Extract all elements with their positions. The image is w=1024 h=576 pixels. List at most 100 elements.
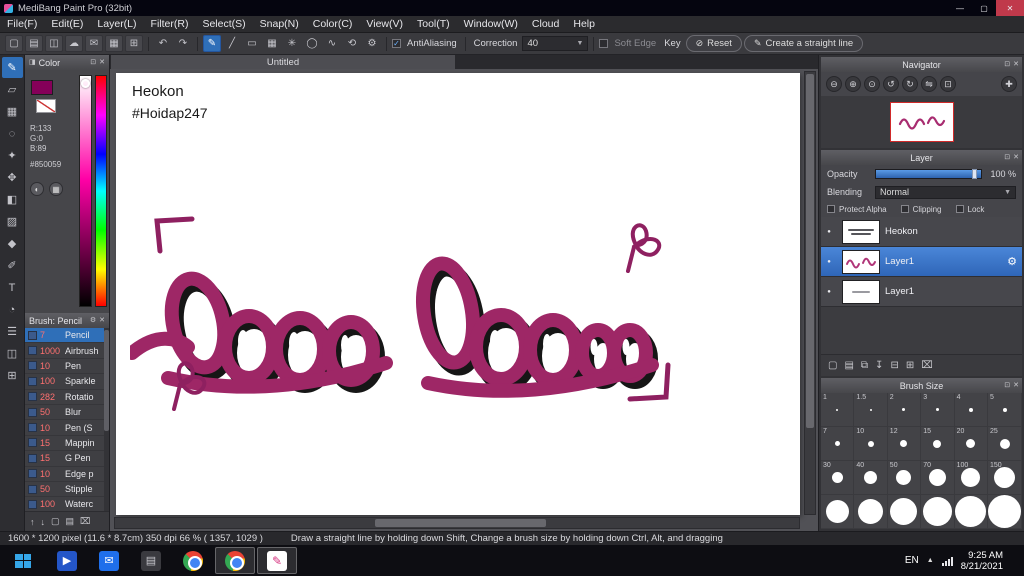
soft-edge-checkbox[interactable]: Soft Edge bbox=[599, 38, 659, 49]
brush-size-cell[interactable] bbox=[988, 495, 1022, 529]
close-icon[interactable]: ✕ bbox=[1013, 382, 1019, 389]
taskbar-medibang-active[interactable]: ✎ bbox=[257, 547, 297, 574]
eyedropper-tool-icon[interactable]: ◔ bbox=[2, 299, 23, 320]
grid-view-icon[interactable]: ▦ bbox=[105, 35, 123, 52]
navigator-thumbnail[interactable] bbox=[889, 102, 954, 142]
brush-item-airbrush[interactable]: 1000 Airbrush bbox=[25, 343, 109, 359]
brush-folder-icon[interactable]: ▤ bbox=[66, 516, 75, 527]
maximize-button[interactable]: ▢ bbox=[972, 0, 996, 16]
brush-size-cell[interactable]: 100 bbox=[954, 461, 988, 495]
brush-size-cell[interactable]: 12 bbox=[887, 427, 922, 461]
divide-tool-icon[interactable]: ◫ bbox=[2, 343, 23, 364]
menu-layer[interactable]: Layer(L) bbox=[90, 16, 143, 32]
close-icon[interactable]: ✕ bbox=[1013, 154, 1019, 161]
document-tab[interactable]: Untitled bbox=[111, 55, 455, 69]
gradient-tool-icon[interactable]: ▨ bbox=[2, 211, 23, 232]
popout-icon[interactable]: ⊡ bbox=[1004, 382, 1010, 389]
rotate-right-icon[interactable]: ↻ bbox=[902, 76, 918, 92]
color-wheel-icon[interactable]: ◐ bbox=[30, 182, 44, 196]
brush-tool-icon[interactable]: ✎ bbox=[1, 57, 23, 78]
color-palette-icon[interactable]: ▦ bbox=[49, 182, 63, 196]
antialiasing-checkbox[interactable]: ✓ AntiAliasing bbox=[392, 38, 460, 49]
eraser-tool-icon[interactable]: ▱ bbox=[2, 79, 23, 100]
brush-item-rotation[interactable]: 282 Rotatio bbox=[25, 390, 109, 405]
close-icon[interactable]: ✕ bbox=[99, 59, 105, 66]
fullscreen-icon[interactable]: ✚ bbox=[1001, 76, 1017, 92]
close-icon[interactable]: ✕ bbox=[1013, 61, 1019, 68]
rotate-mode-icon[interactable]: ⟲ bbox=[343, 35, 361, 52]
shape-brush-icon[interactable]: ◆ bbox=[2, 233, 23, 254]
select-pen-icon[interactable]: ✐ bbox=[2, 255, 23, 276]
correction-dropdown[interactable]: 40 ▼ bbox=[522, 36, 589, 51]
move-tool-icon[interactable]: ✥ bbox=[2, 167, 23, 188]
gear-icon[interactable]: ⚙ bbox=[90, 317, 96, 324]
brush-item-edge[interactable]: 10 Edge p bbox=[25, 467, 109, 482]
visibility-icon[interactable]: ● bbox=[821, 289, 837, 295]
rectangle-mode-icon[interactable]: ▭ bbox=[243, 35, 261, 52]
menu-cloud[interactable]: Cloud bbox=[525, 16, 566, 32]
taskbar-media-app[interactable]: ▶ bbox=[47, 547, 87, 574]
brush-size-cell[interactable]: 3 bbox=[921, 393, 955, 427]
message-icon[interactable]: ✉ bbox=[85, 35, 103, 52]
brush-list-scrollbar[interactable] bbox=[104, 328, 109, 511]
lasso-select-icon[interactable]: ◌ bbox=[2, 123, 23, 144]
flip-icon[interactable]: ⇋ bbox=[921, 76, 937, 92]
horizontal-scroll-thumb[interactable] bbox=[374, 519, 546, 527]
transfer-layer-icon[interactable]: ↧ bbox=[875, 360, 883, 371]
menu-select[interactable]: Select(S) bbox=[195, 16, 252, 32]
zoom-out-icon[interactable]: ⊖ bbox=[826, 76, 842, 92]
brush-size-cell[interactable]: 40 bbox=[854, 461, 888, 495]
zoom-in-icon[interactable]: ⊕ bbox=[845, 76, 861, 92]
brush-item-pen-s[interactable]: 10 Pen (S bbox=[25, 420, 109, 436]
brush-size-cell[interactable]: 10 bbox=[854, 427, 888, 461]
duplicate-layer-icon[interactable]: ⧉ bbox=[861, 360, 868, 371]
operation-tool-icon[interactable]: ⊞ bbox=[2, 365, 23, 386]
start-button[interactable] bbox=[0, 545, 46, 576]
color-picker-marker[interactable] bbox=[81, 79, 90, 88]
foreground-color-swatch[interactable] bbox=[31, 80, 53, 95]
taskbar-clock[interactable]: 9:25 AM 8/21/2021 bbox=[961, 550, 1003, 572]
menu-color[interactable]: Color(C) bbox=[306, 16, 360, 32]
layer-row-heokon[interactable]: ● Heokon bbox=[821, 217, 1022, 247]
zoom-reset-icon[interactable]: ⊙ bbox=[864, 76, 880, 92]
menu-window[interactable]: Window(W) bbox=[457, 16, 525, 32]
reset-button[interactable]: ⊘ Reset bbox=[685, 35, 742, 52]
minimize-button[interactable]: — bbox=[948, 0, 972, 16]
fill-tool-icon[interactable]: ◧ bbox=[2, 189, 23, 210]
protect-alpha-checkbox[interactable] bbox=[827, 205, 835, 213]
save-icon[interactable]: ◫ bbox=[45, 35, 63, 52]
saturation-bar[interactable] bbox=[79, 75, 92, 307]
ellipse-mode-icon[interactable]: ◯ bbox=[303, 35, 321, 52]
menu-filter[interactable]: Filter(R) bbox=[144, 16, 196, 32]
taskbar-chrome-active[interactable] bbox=[215, 547, 255, 574]
delete-layer-icon[interactable]: ⌧ bbox=[921, 360, 933, 371]
menu-snap[interactable]: Snap(N) bbox=[253, 16, 306, 32]
language-indicator[interactable]: EN bbox=[905, 555, 919, 566]
taskbar-file-explorer[interactable]: ▤ bbox=[131, 547, 171, 574]
menu-help[interactable]: Help bbox=[566, 16, 602, 32]
marquee-select-icon[interactable]: ▦ bbox=[2, 101, 23, 122]
opacity-slider[interactable] bbox=[875, 169, 982, 179]
hidden-icons-arrow[interactable]: ▲ bbox=[927, 557, 934, 564]
brush-size-cell[interactable] bbox=[887, 495, 922, 529]
brush-size-cell[interactable] bbox=[821, 495, 855, 529]
freehand-mode-icon[interactable]: ✎ bbox=[203, 35, 221, 52]
brush-size-cell[interactable]: 7 bbox=[821, 427, 855, 461]
vertical-scroll-thumb[interactable] bbox=[806, 74, 814, 428]
brush-size-cell[interactable]: 25 bbox=[988, 427, 1022, 461]
brush-item-mapping[interactable]: 15 Mappin bbox=[25, 436, 109, 452]
fit-view-icon[interactable]: ⊡ bbox=[940, 76, 956, 92]
symmetry-mode-icon[interactable]: ✳ bbox=[283, 35, 301, 52]
visibility-icon[interactable]: ● bbox=[821, 229, 837, 235]
menu-edit[interactable]: Edit(E) bbox=[44, 16, 90, 32]
popout-icon[interactable]: ⊡ bbox=[90, 59, 96, 66]
rotate-left-icon[interactable]: ↺ bbox=[883, 76, 899, 92]
brush-size-cell[interactable]: 1 bbox=[821, 393, 855, 427]
open-file-icon[interactable]: ▤ bbox=[25, 35, 43, 52]
undo-icon[interactable]: ↶ bbox=[154, 35, 172, 52]
brush-item-pencil[interactable]: 7 Pencil bbox=[25, 328, 109, 344]
magic-wand-icon[interactable]: ✦ bbox=[2, 145, 23, 166]
network-icon[interactable] bbox=[941, 556, 953, 566]
new-folder-icon[interactable]: ▤ bbox=[844, 360, 853, 371]
taskbar-chrome[interactable] bbox=[173, 547, 213, 574]
